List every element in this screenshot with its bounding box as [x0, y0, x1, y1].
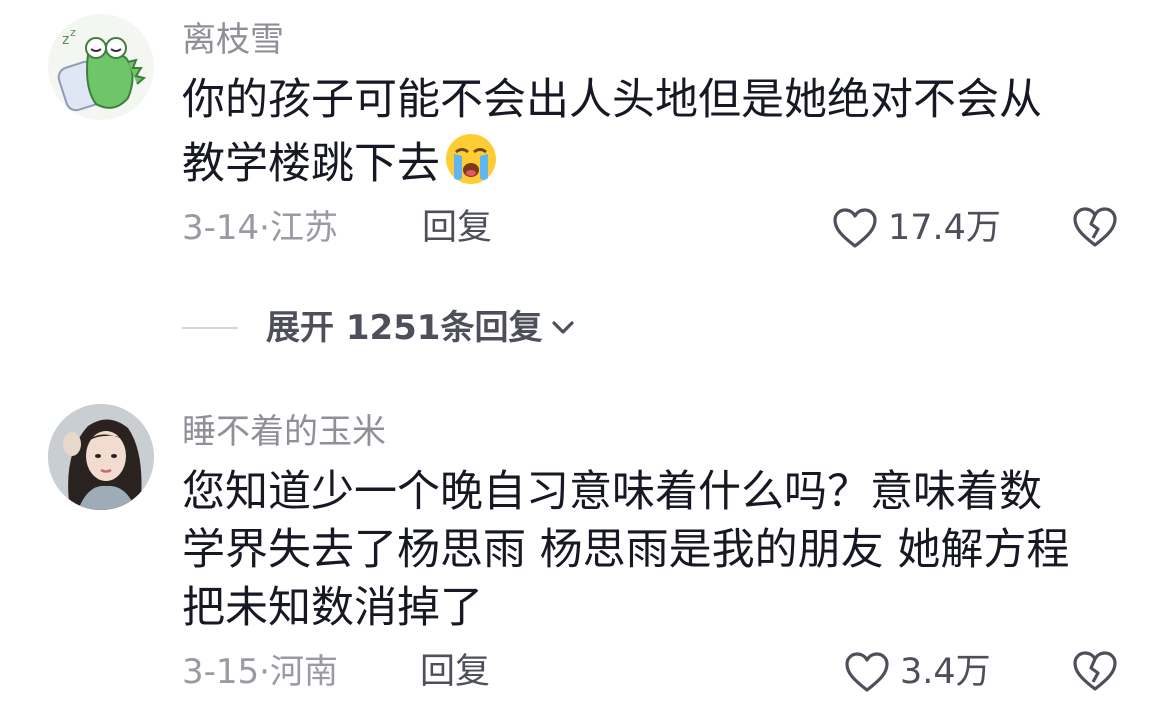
loudly-crying-face-icon [444, 132, 498, 198]
crocodile-avatar-icon: z z [48, 14, 154, 120]
avatar[interactable]: z z [48, 14, 154, 120]
like-count: 3.4万 [900, 652, 991, 692]
avatar[interactable] [48, 404, 154, 510]
dislike-button[interactable] [1072, 206, 1118, 250]
dislike-button[interactable] [1072, 650, 1118, 694]
comment-item: z z 离枝雪 你的孩子可能不会出人头地但是她绝对不会从 教学楼跳下去 3-14… [0, 0, 1170, 270]
reply-button[interactable]: 回复 [420, 652, 490, 692]
expand-divider [182, 327, 238, 329]
reply-button[interactable]: 回复 [422, 208, 492, 248]
svg-text:z: z [70, 26, 76, 39]
svg-text:z: z [62, 32, 69, 48]
broken-heart-icon [1073, 207, 1117, 247]
like-count: 17.4万 [888, 208, 1001, 248]
expand-replies-label: 展开 1251条回复 [266, 308, 543, 348]
comment-date: 3-14 [182, 208, 260, 248]
meta-separator: · [259, 652, 270, 692]
like-button[interactable]: 17.4万 [832, 206, 1001, 250]
heart-icon [833, 208, 877, 248]
comment-location: 河南 [269, 652, 338, 692]
comment-text-line-content: 教学楼跳下去 [182, 139, 440, 189]
expand-replies-button[interactable]: 展开 1251条回复 [182, 306, 578, 350]
comment-meta: 3-15·河南 [182, 652, 338, 692]
comment-meta: 3-14·江苏 [182, 208, 338, 248]
username[interactable]: 离枝雪 [182, 20, 284, 60]
chevron-down-icon [552, 321, 575, 334]
comment-text-line: 把未知数消掉了 [182, 583, 483, 633]
comment-date: 3-15 [182, 652, 260, 692]
comment-text-line: 学界失去了杨思雨 杨思雨是我的朋友 她解方程 [182, 525, 1070, 575]
comment-location: 江苏 [269, 208, 338, 248]
like-button[interactable]: 3.4万 [844, 650, 991, 694]
comment-text-line: 您知道少一个晚自习意味着什么吗？意味着数 [182, 467, 1042, 517]
comment-text-line: 你的孩子可能不会出人头地但是她绝对不会从 [182, 75, 1042, 125]
girl-photo-avatar-icon [48, 404, 154, 510]
username[interactable]: 睡不着的玉米 [182, 412, 386, 452]
meta-separator: · [259, 208, 270, 248]
heart-icon [845, 652, 889, 692]
broken-heart-icon [1073, 651, 1117, 691]
comment-text-line-2: 教学楼跳下去 [182, 132, 498, 198]
comment-item: 睡不着的玉米 您知道少一个晚自习意味着什么吗？意味着数 学界失去了杨思雨 杨思雨… [0, 400, 1170, 711]
